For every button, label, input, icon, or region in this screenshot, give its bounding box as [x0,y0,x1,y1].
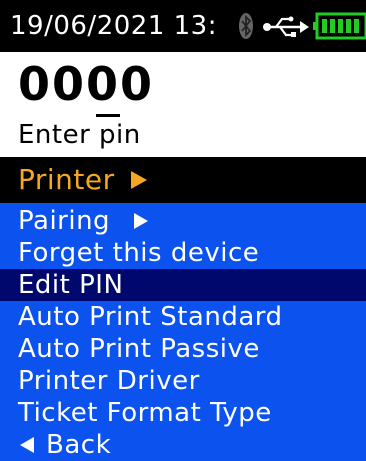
menu-item-label: Auto Print Passive [18,334,260,364]
menu-item-auto-print-standard[interactable]: Auto Print Standard [0,301,366,333]
right-arrow-icon [134,213,148,229]
menu-item-label: Edit PIN [18,270,124,300]
menu-item-label: Pairing [18,206,111,236]
bluetooth-icon [239,13,253,39]
menu-item-auto-print-passive[interactable]: Auto Print Passive [0,333,366,365]
pin-prompt: Enter pin [18,120,141,150]
usb-icon [263,16,309,37]
menu-title-printer: Printer [0,157,366,203]
status-bar: 19/06/2021 13: [0,0,366,52]
printer-menu: Pairing Forget this device Edit PIN Auto… [0,203,366,461]
menu-item-label: Forget this device [18,238,260,268]
menu-title-label: Printer [18,163,115,196]
back-button[interactable]: Back [0,429,366,461]
pin-entry-panel: 0000 Enter pin [0,52,366,157]
menu-item-ticket-format-type[interactable]: Ticket Format Type [0,397,366,429]
left-arrow-icon [20,437,34,453]
menu-item-label: Ticket Format Type [18,398,272,428]
right-arrow-icon [131,171,147,189]
device-screen: 19/06/2021 13: 0000 Enter pin Printer Pa… [0,0,366,461]
menu-item-edit-pin[interactable]: Edit PIN [0,269,366,301]
menu-item-label: Printer Driver [18,366,200,396]
menu-item-printer-driver[interactable]: Printer Driver [0,365,366,397]
back-label: Back [46,430,112,460]
menu-item-label: Auto Print Standard [18,302,283,332]
menu-item-pairing[interactable]: Pairing [0,205,366,237]
battery-icon [313,12,366,40]
status-datetime: 19/06/2021 13: [10,11,217,41]
pin-input[interactable]: 0000 [18,56,154,112]
menu-item-forget-device[interactable]: Forget this device [0,237,366,269]
pin-cursor [96,114,120,117]
